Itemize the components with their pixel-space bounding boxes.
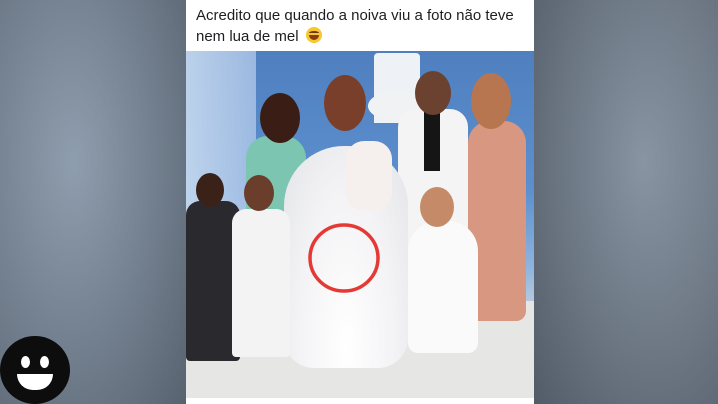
smiley-face-icon (0, 336, 70, 404)
post-bottom-edge (186, 398, 534, 404)
groom-lapel (424, 111, 440, 171)
bride-head (324, 75, 366, 131)
boy-white-suit-head (244, 175, 274, 211)
red-highlight-circle (308, 223, 380, 293)
boy-white-suit (232, 209, 290, 357)
caption-text: Acredito que quando a noiva viu a foto n… (196, 7, 514, 45)
groom-head (415, 71, 451, 115)
woman-teal-head (260, 93, 300, 143)
baby (346, 141, 392, 211)
post-caption: Acredito que quando a noiva viu a foto n… (196, 5, 526, 47)
laughing-emoji-icon (305, 27, 322, 43)
post-card: Acredito que quando a noiva viu a foto n… (186, 0, 534, 404)
woman-pink-head (471, 73, 511, 129)
boy-black-vest-head (196, 173, 224, 207)
girl-head (420, 187, 454, 227)
girl-white-dress (408, 221, 478, 353)
post-photo[interactable] (186, 51, 534, 398)
